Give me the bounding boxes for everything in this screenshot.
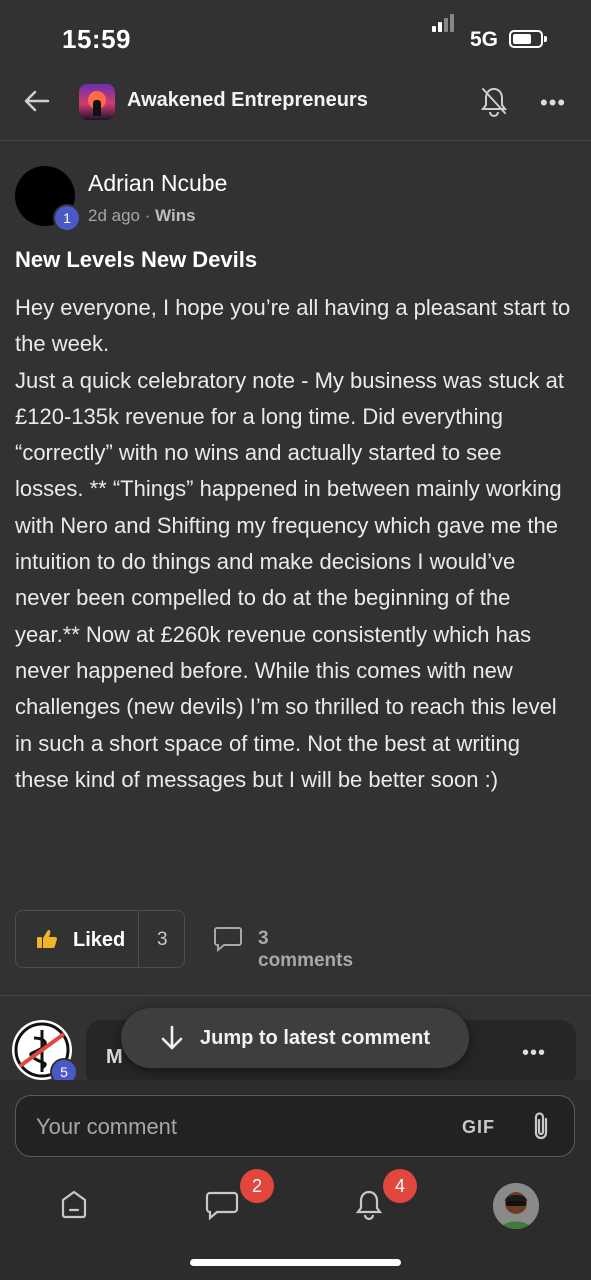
status-bar: 15:59 5G [0,0,591,80]
commenter-name[interactable]: M [106,1046,123,1069]
group-name[interactable]: Awakened Entrepreneurs [127,89,368,112]
network-type: 5G [470,28,499,51]
comment-placeholder: Your comment [36,1114,178,1139]
chat-badge: 2 [240,1169,274,1203]
post-paragraph: Hey everyone, I hope you’re all having a… [15,295,571,357]
author-level-badge: 1 [53,204,81,232]
post-body: Hey everyone, I hope you’re all having a… [15,290,575,798]
top-bar: Awakened Entrepreneurs ••• [0,70,591,141]
author-name[interactable]: Adrian Ncube [88,170,227,197]
comment-input[interactable]: Your comment GIF [15,1095,575,1157]
post-title: New Levels New Devils [15,247,258,272]
like-count[interactable]: 3 [157,929,168,951]
jump-label: Jump to latest comment [200,1027,431,1049]
back-arrow-icon[interactable] [22,86,52,116]
gif-button[interactable]: GIF [462,1117,495,1138]
home-icon[interactable] [59,1188,89,1225]
comment-icon[interactable] [213,926,243,957]
more-options-icon[interactable]: ••• [540,90,566,116]
jump-to-latest-button[interactable]: Jump to latest comment [121,1008,469,1068]
arrow-down-icon [159,1024,185,1057]
notifications-icon[interactable] [354,1188,384,1227]
paperclip-icon[interactable] [530,1110,552,1147]
comment-more-icon[interactable]: ••• [522,1042,546,1065]
battery-icon [509,30,547,48]
post-time: 2d ago [88,206,140,225]
comments-count[interactable]: 3 comments [258,928,353,972]
like-label: Liked [73,929,126,951]
profile-avatar[interactable] [493,1183,539,1229]
post-meta: 2d ago · Wins [88,206,196,226]
meta-separator: · [144,206,151,225]
like-button[interactable]: Liked 3 [15,910,185,968]
chat-icon[interactable] [205,1190,239,1225]
notifications-badge: 4 [383,1169,417,1203]
post-category[interactable]: Wins [155,206,195,225]
divider [0,995,591,996]
bell-off-icon[interactable] [480,86,508,123]
home-indicator [190,1259,401,1266]
thumbs-up-icon [36,929,58,954]
group-logo[interactable] [79,84,115,120]
status-time: 15:59 [62,24,131,54]
post-paragraph: Just a quick celebratory note - My busin… [15,367,565,792]
